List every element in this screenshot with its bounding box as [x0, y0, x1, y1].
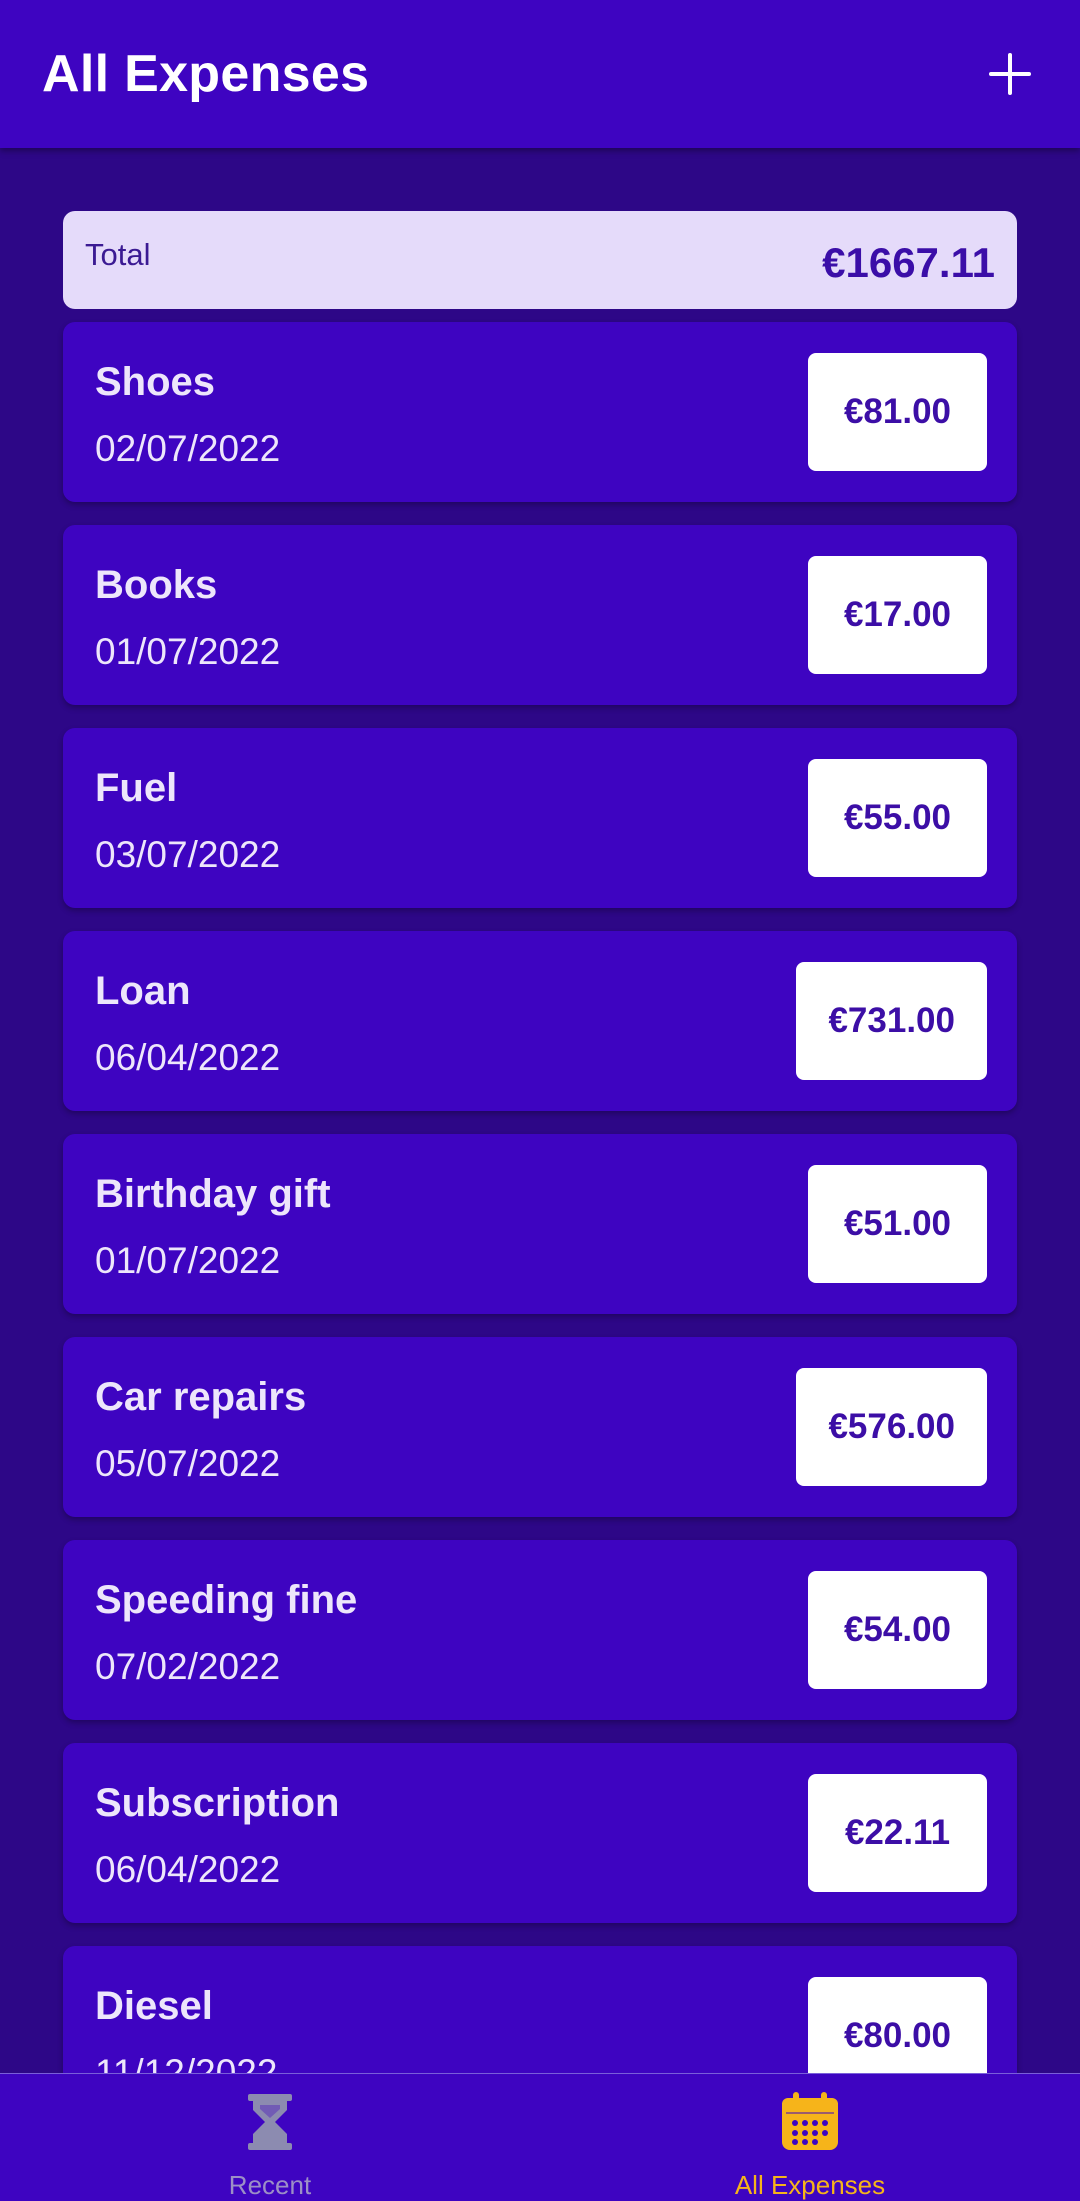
expense-amount-box: €17.00 [808, 556, 987, 674]
expense-amount-box: €51.00 [808, 1165, 987, 1283]
expense-amount-box: €54.00 [808, 1571, 987, 1689]
expense-item[interactable]: Loan 06/04/2022 €731.00 [63, 931, 1017, 1111]
expense-item[interactable]: Speeding fine 07/02/2022 €54.00 [63, 1540, 1017, 1720]
expense-description: Diesel [95, 1984, 213, 2028]
expense-list: Shoes 02/07/2022 €81.00 Books 01/07/2022 €17.… [63, 322, 1017, 2073]
expense-date: 07/02/2022 [95, 1646, 281, 1687]
expenses-content[interactable]: Total €1667.11 Shoes 02/07/2022 €81.00 Book… [0, 148, 1080, 2073]
hourglass-icon [248, 2094, 292, 2150]
tab-recent[interactable]: Recent [0, 2074, 540, 2201]
expense-item[interactable]: Books 01/07/2022 €17.00 [63, 525, 1017, 705]
tab-all-expenses-label: All Expenses [734, 2170, 886, 2200]
expense-date: 01/07/2022 [95, 631, 281, 672]
expense-amount: €51.00 [843, 1204, 952, 1243]
expense-amount-box: €576.00 [796, 1368, 987, 1486]
expense-date: 11/12/2022 [95, 2052, 278, 2073]
app-root: All Expenses Total €1667.11 Shoes 02/07/2… [0, 0, 1080, 2201]
expense-amount: €17.00 [843, 595, 952, 634]
expense-description: Subscription [95, 1781, 340, 1825]
expense-date: 06/04/2022 [95, 1849, 281, 1890]
total-summary-card: Total €1667.11 [63, 211, 1017, 309]
expense-amount: €81.00 [843, 392, 952, 431]
app-header: All Expenses [0, 0, 1080, 148]
expense-description: Birthday gift [95, 1172, 331, 1216]
expense-amount-box: €22.11 [808, 1774, 987, 1892]
expense-item[interactable]: Shoes 02/07/2022 €81.00 [63, 322, 1017, 502]
expense-amount: €80.00 [843, 2016, 952, 2055]
calendar-icon [782, 2092, 838, 2150]
add-expense-button[interactable] [970, 44, 1050, 104]
expense-amount: €55.00 [843, 798, 952, 837]
tab-all-expenses[interactable]: All Expenses [540, 2074, 1080, 2201]
expense-item[interactable]: Fuel 03/07/2022 €55.00 [63, 728, 1017, 908]
expense-amount: €54.00 [843, 1610, 952, 1649]
expense-description: Books [95, 563, 218, 607]
expense-amount-box: €731.00 [796, 962, 987, 1080]
expense-amount-box: €55.00 [808, 759, 987, 877]
page-title: All Expenses [42, 45, 370, 103]
tab-recent-label: Recent [228, 2170, 312, 2200]
expense-date: 03/07/2022 [95, 834, 281, 875]
expense-item[interactable]: Car repairs 05/07/2022 €576.00 [63, 1337, 1017, 1517]
expense-amount: €731.00 [828, 1001, 955, 1040]
total-label: Total [85, 237, 151, 272]
expense-amount-box: €80.00 [808, 1977, 987, 2073]
expense-amount-box: €81.00 [808, 353, 987, 471]
expense-item[interactable]: Subscription 06/04/2022 €22.11 [63, 1743, 1017, 1923]
plus-icon [989, 53, 1031, 95]
expense-description: Speeding fine [95, 1578, 358, 1622]
expense-date: 01/07/2022 [95, 1240, 281, 1281]
bottom-navigation: Recent All Expenses [0, 2073, 1080, 2201]
total-value: €1667.11 [822, 239, 995, 286]
expense-amount: €576.00 [828, 1407, 955, 1446]
expense-description: Fuel [95, 766, 178, 810]
expense-item[interactable]: Birthday gift 01/07/2022 €51.00 [63, 1134, 1017, 1314]
expense-date: 05/07/2022 [95, 1443, 281, 1484]
expense-date: 06/04/2022 [95, 1037, 281, 1078]
expense-description: Shoes [95, 360, 216, 404]
expense-amount: €22.11 [844, 1813, 951, 1852]
expense-description: Car repairs [95, 1375, 307, 1419]
expense-date: 02/07/2022 [95, 428, 281, 469]
expense-description: Loan [95, 969, 191, 1013]
expense-item[interactable]: Diesel 11/12/2022 €80.00 [63, 1946, 1017, 2073]
